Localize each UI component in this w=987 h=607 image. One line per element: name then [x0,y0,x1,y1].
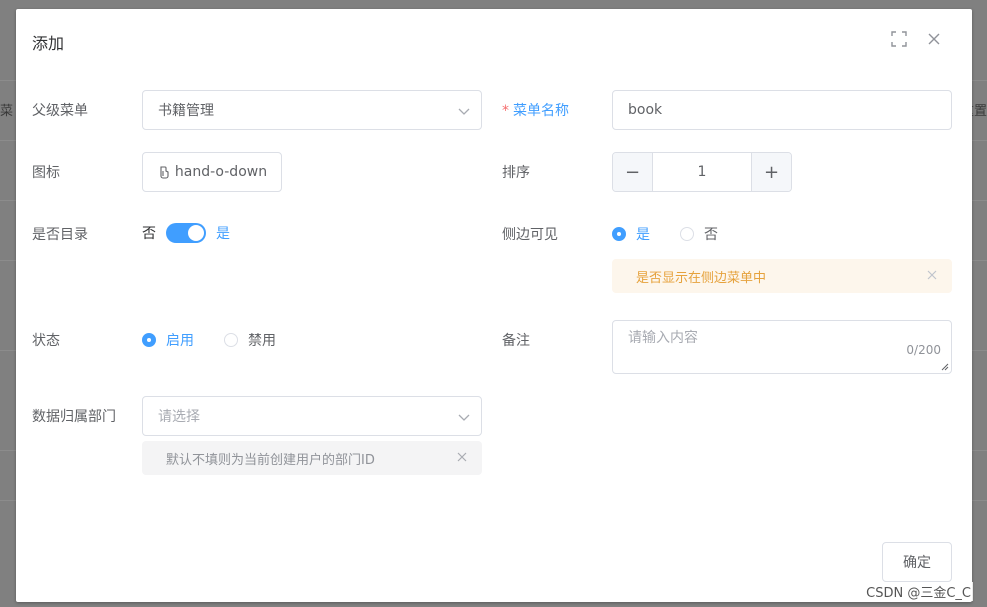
sidebar-visible-radio-group: 是 否 [612,224,748,244]
decrease-button[interactable]: − [613,153,653,191]
department-label: 数据归属部门 [32,409,116,425]
status-enabled-radio[interactable]: 启用 [142,330,194,350]
radio-label: 启用 [166,333,194,349]
hand-pointer-icon [160,166,169,179]
remark-counter: 0/200 [906,343,941,357]
sidebar-visible-tip-text: 是否显示在侧边菜单中 [636,270,767,286]
is-directory-switch-group: 否 是 [142,223,230,243]
sidebar-visible-label: 侧边可见 [502,227,558,243]
sidebar-visible-yes-radio[interactable]: 是 [612,224,650,244]
chevron-down-icon [458,414,470,421]
close-icon[interactable] [924,29,944,49]
resize-handle-icon[interactable] [939,361,949,371]
department-tip-text: 默认不填则为当前创建用户的部门ID [166,452,375,468]
sort-label: 排序 [502,165,530,181]
fullscreen-icon[interactable] [889,29,909,49]
sort-value[interactable]: 1 [653,153,751,191]
status-label: 状态 [32,333,60,349]
department-tip: 默认不填则为当前创建用户的部门ID [142,441,482,475]
parent-menu-select[interactable]: 书籍管理 [142,90,482,130]
parent-menu-value: 书籍管理 [158,103,214,119]
radio-label: 是 [636,227,650,243]
dialog-title: 添加 [32,34,65,53]
icon-label: 图标 [32,165,60,181]
sort-stepper: − 1 + [612,152,792,192]
background-left-text: 菜 [0,104,14,119]
remark-placeholder: 请输入内容 [628,330,698,346]
switch-off-text[interactable]: 否 [142,223,156,243]
add-menu-dialog: 添加 父级菜单 书籍管理 * 菜单名称 book 图标 hand-o-down 排… [16,9,972,602]
is-directory-switch[interactable] [166,223,206,243]
sidebar-visible-no-radio[interactable]: 否 [680,224,718,244]
increase-button[interactable]: + [751,153,791,191]
menu-name-label: * 菜单名称 [502,100,569,120]
watermark: CSDN @三金C_C [864,582,973,601]
chevron-down-icon [458,108,470,115]
close-icon[interactable] [456,451,468,463]
menu-name-input[interactable]: book [612,90,952,130]
radio-label: 否 [704,227,718,243]
radio-dot [612,227,626,241]
parent-menu-label: 父级菜单 [32,103,88,119]
sidebar-visible-tip: 是否显示在侧边菜单中 [612,259,952,293]
switch-on-text[interactable]: 是 [216,223,230,243]
radio-dot [224,333,238,347]
radio-dot [680,227,694,241]
required-mark: * [502,103,509,119]
status-radio-group: 启用 禁用 [142,330,306,350]
radio-dot [142,333,156,347]
remark-label: 备注 [502,333,530,349]
department-select[interactable]: 请选择 [142,396,482,436]
menu-name-label-text: 菜单名称 [513,103,569,119]
radio-label: 禁用 [248,333,276,349]
icon-picker-text: hand-o-down [174,164,268,180]
department-placeholder: 请选择 [158,409,200,425]
status-disabled-radio[interactable]: 禁用 [224,330,276,350]
is-directory-label: 是否目录 [32,227,88,243]
icon-picker-button[interactable]: hand-o-down [142,152,282,192]
close-icon[interactable] [926,269,938,281]
confirm-button[interactable]: 确定 [882,542,952,582]
menu-name-value: book [628,102,663,118]
remark-textarea[interactable]: 请输入内容 0/200 [612,320,952,374]
